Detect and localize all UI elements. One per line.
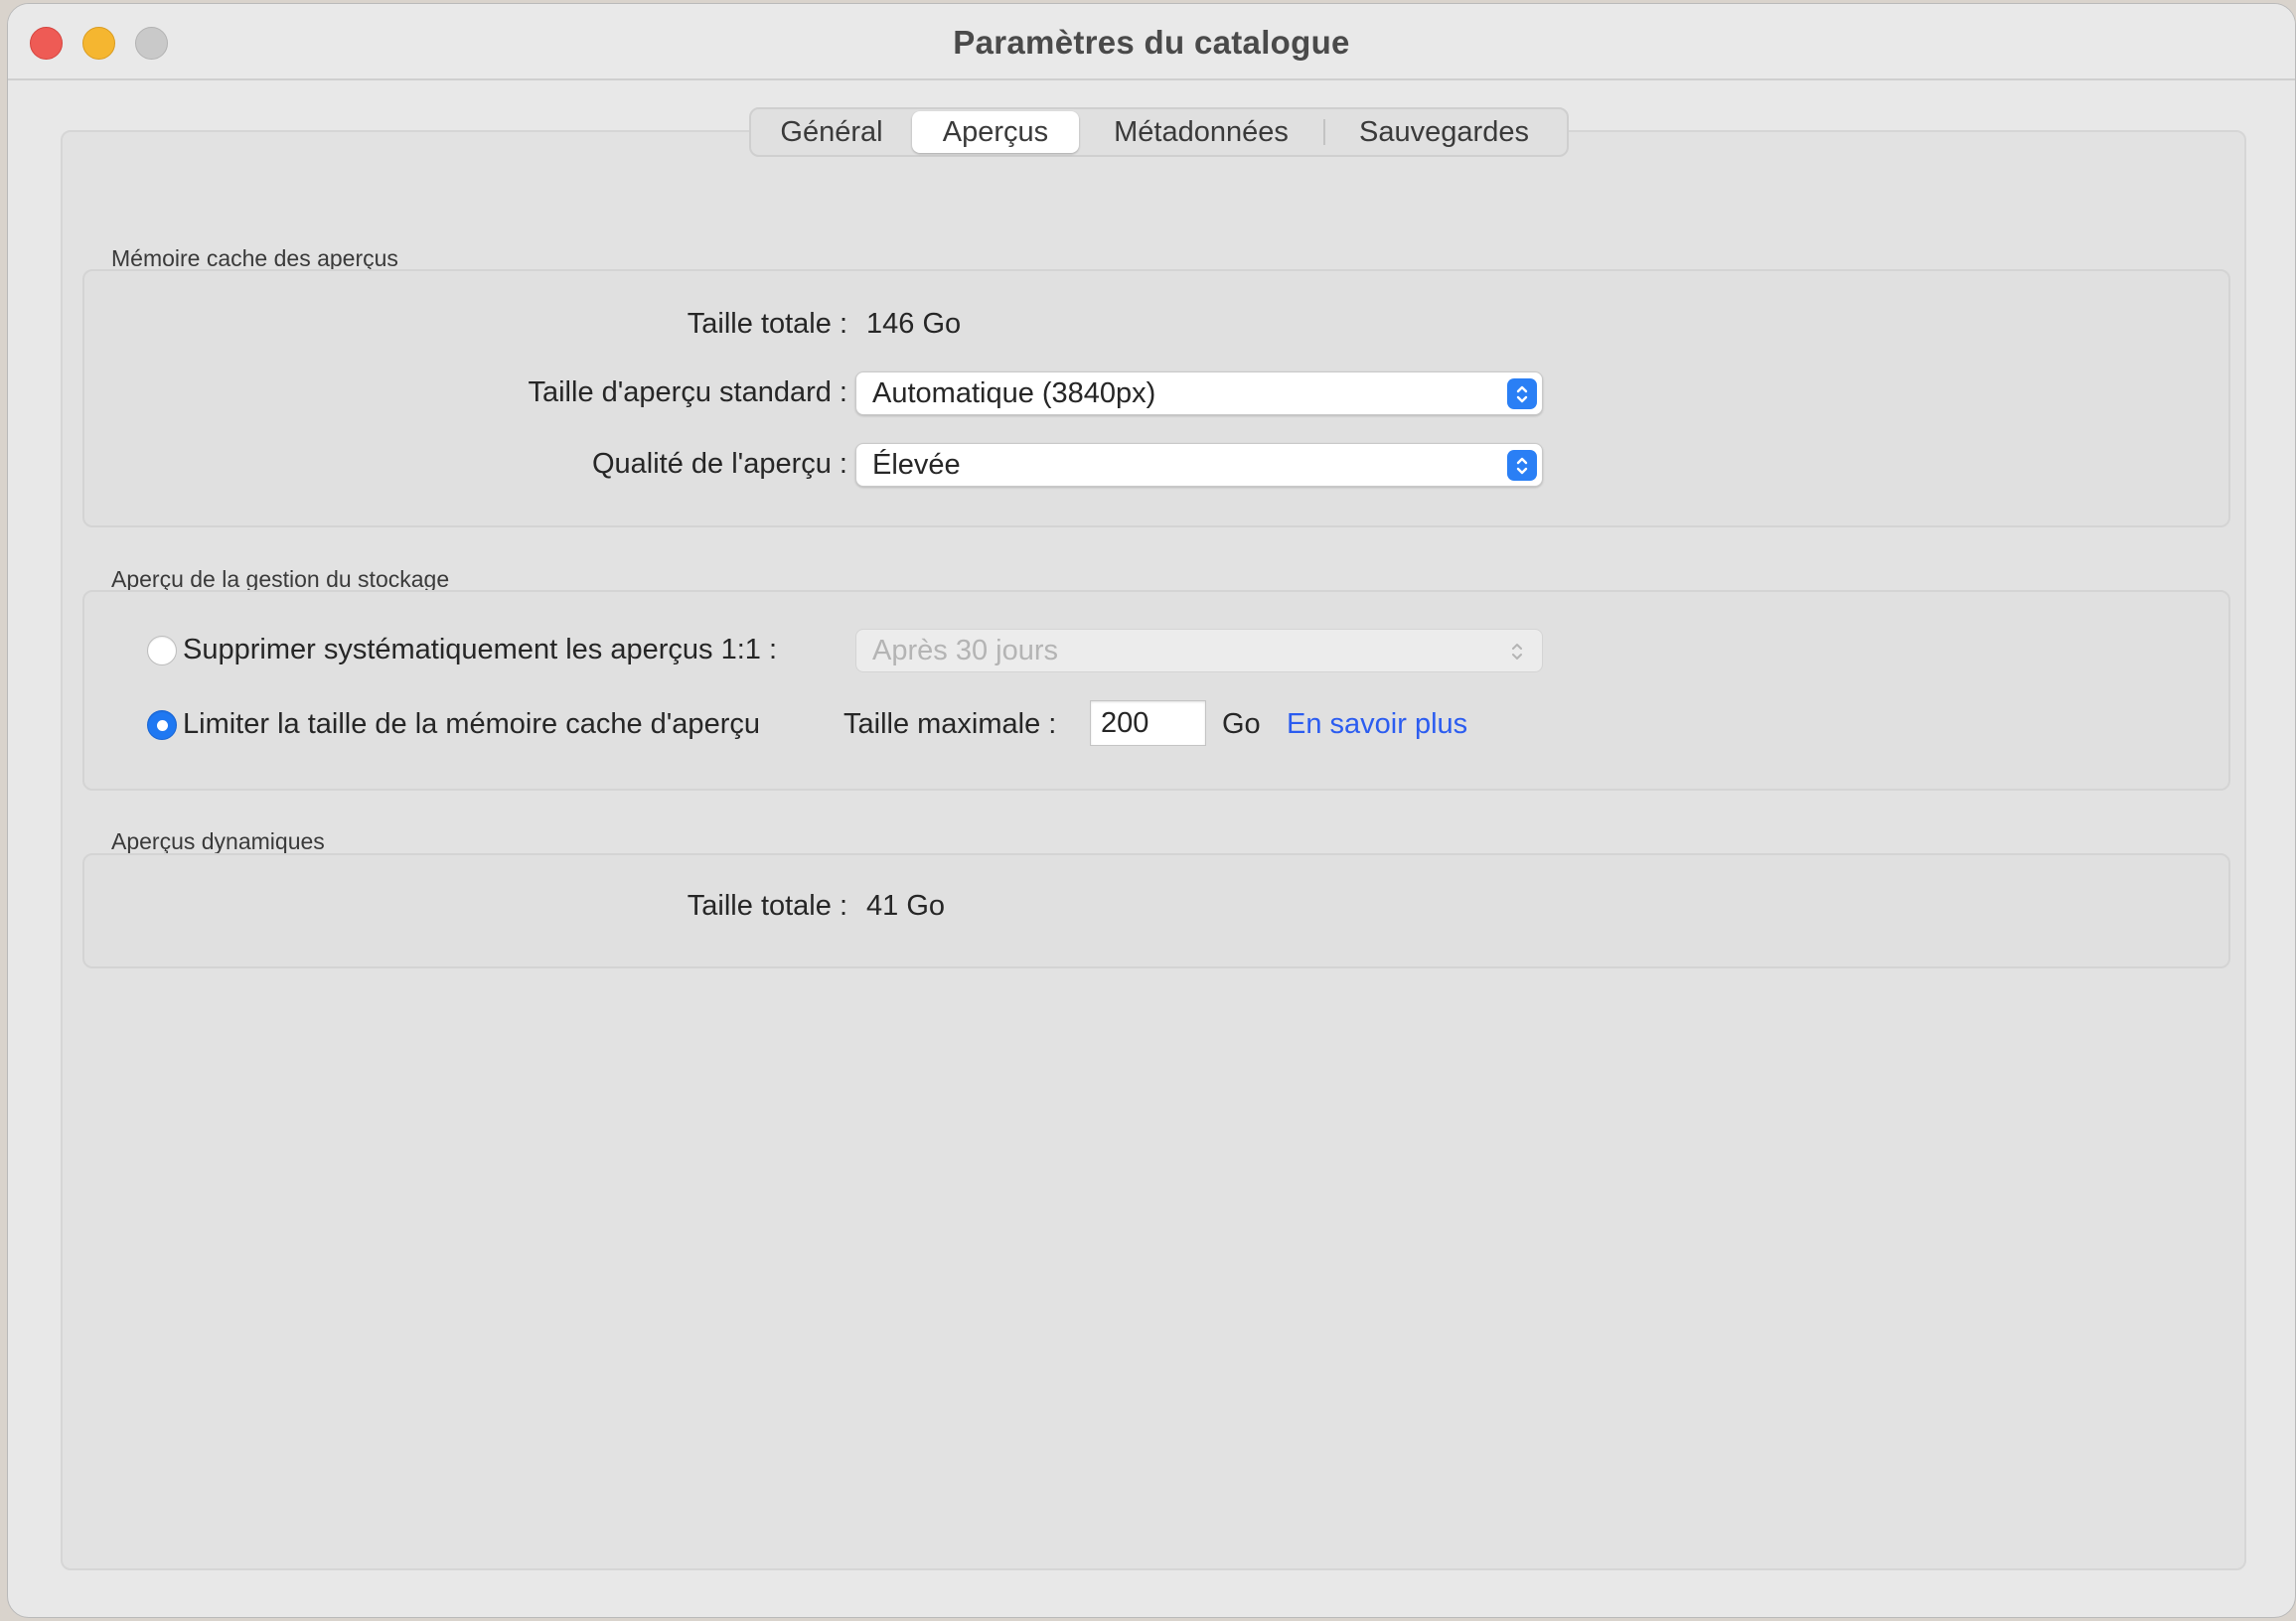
cache-total-value: 146 Go — [866, 308, 962, 340]
quality-value: Élevée — [872, 448, 961, 481]
window-title: Paramètres du catalogue — [953, 24, 1350, 61]
tab-previews[interactable]: Aperçus — [912, 111, 1079, 153]
settings-window: Paramètres du catalogue Général Aperçus … — [7, 3, 2296, 1618]
limit-cache-radio[interactable] — [147, 710, 177, 740]
quality-select[interactable]: Élevée — [855, 443, 1543, 487]
storage-group-box — [82, 590, 2230, 791]
quality-label: Qualité de l'aperçu : — [591, 448, 847, 480]
dynamic-group-box — [82, 853, 2230, 968]
max-size-unit: Go — [1222, 708, 1261, 740]
delete-after-select[interactable]: Après 30 jours — [855, 629, 1543, 672]
popup-arrows-icon — [1507, 378, 1537, 409]
limit-cache-label: Limiter la taille de la mémoire cache d'… — [183, 708, 760, 740]
dynamic-total-label: Taille totale : — [687, 890, 847, 922]
title-bar[interactable]: Paramètres du catalogue — [8, 4, 2295, 80]
standard-size-select[interactable]: Automatique (3840px) — [855, 371, 1543, 415]
tab-backups[interactable]: Sauvegardes — [1325, 111, 1563, 153]
cache-total-label: Taille totale : — [687, 308, 847, 340]
cache-group-heading: Mémoire cache des aperçus — [111, 245, 398, 271]
delete-after-value: Après 30 jours — [872, 634, 1058, 666]
max-size-label: Taille maximale : — [843, 708, 1057, 740]
tab-metadata[interactable]: Métadonnées — [1079, 111, 1323, 153]
delete-previews-radio[interactable] — [147, 636, 177, 665]
tab-bar: Général Aperçus Métadonnées Sauvegardes — [749, 107, 1569, 157]
learn-more-link[interactable]: En savoir plus — [1287, 708, 1467, 741]
dynamic-total-value: 41 Go — [866, 890, 945, 922]
delete-previews-label: Supprimer systématiquement les aperçus 1… — [183, 634, 777, 665]
popup-arrows-icon — [1502, 636, 1532, 666]
standard-size-value: Automatique (3840px) — [872, 376, 1156, 409]
standard-size-label: Taille d'aperçu standard : — [528, 376, 847, 408]
popup-arrows-icon — [1507, 450, 1537, 481]
max-size-input[interactable]: 200 — [1090, 700, 1206, 746]
tab-general[interactable]: Général — [751, 111, 912, 153]
dynamic-group-heading: Aperçus dynamiques — [111, 828, 325, 854]
storage-group-heading: Aperçu de la gestion du stockage — [111, 566, 450, 592]
